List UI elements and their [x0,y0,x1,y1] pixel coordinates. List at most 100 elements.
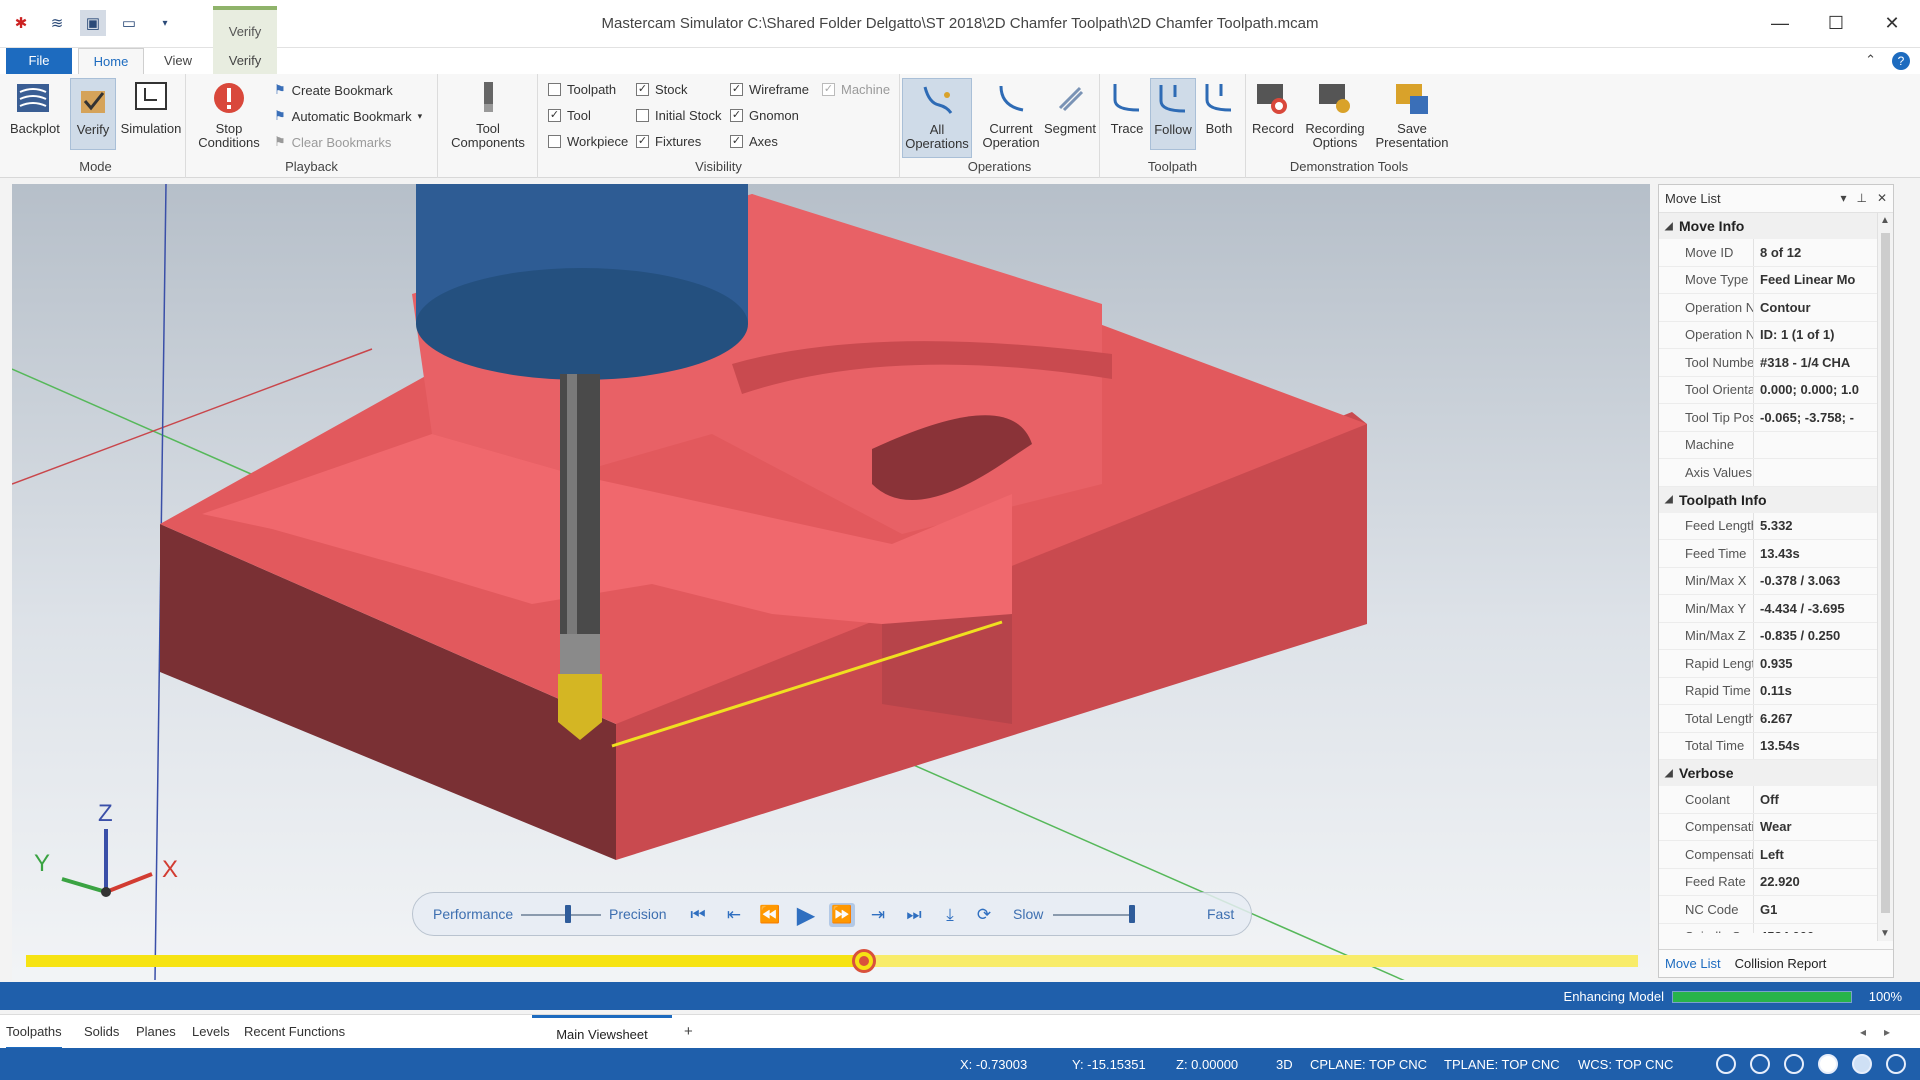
tab-file[interactable]: File [6,48,72,74]
tab-scroll-arrows-icon[interactable]: ◂▸ [1860,1015,1908,1049]
step-backward-icon[interactable]: ⇤ [721,903,747,927]
trace-button[interactable]: Trace [1104,78,1150,136]
property-value: Contour [1753,294,1877,321]
add-viewsheet-button[interactable]: + [684,1015,693,1049]
tool-components-button[interactable]: Tool Components [448,78,528,150]
collapse-triangle-icon[interactable]: ◢ [1665,221,1679,232]
status-cplane[interactable]: CPLANE: TOP CNC [1310,1057,1427,1072]
tab-main-viewsheet[interactable]: Main Viewsheet [532,1015,672,1049]
backplot-button[interactable]: Backplot [10,78,60,136]
trace-icon [1107,78,1147,118]
minimize-button[interactable]: — [1752,0,1808,46]
tab-verify[interactable]: Verify [213,48,277,74]
wireframe-checkbox[interactable]: ✓ Wireframe [730,82,809,97]
property-row: Rapid Time 0.11s [1659,677,1877,705]
machine-checkbox[interactable]: ✓ Machine [822,82,890,97]
rewind-icon[interactable]: ⏪ [757,903,783,927]
record-button[interactable]: Record [1250,78,1296,136]
scrollbar-thumb[interactable] [1881,233,1890,913]
property-row: Compensati Left [1659,841,1877,869]
all-operations-button[interactable]: All Operations [902,78,972,158]
enhancing-percent: 100% [1868,989,1902,1004]
simulation-progress-track[interactable] [26,949,1638,973]
skip-to-end-icon[interactable]: ⏭ [901,903,927,927]
globe-icon[interactable] [1784,1054,1804,1074]
status-tplane[interactable]: TPLANE: TOP CNC [1444,1057,1560,1072]
automatic-bookmark-button[interactable]: ⚑ Automatic Bookmark ▾ [274,108,422,124]
play-icon[interactable]: ▶ [793,902,819,929]
fixtures-checkbox[interactable]: ✓ Fixtures [636,134,701,149]
panel-close-icon[interactable]: ✕ [1877,191,1887,205]
maximize-button[interactable]: ☐ [1808,0,1864,46]
initial-stock-checkbox[interactable]: Initial Stock [636,108,721,123]
stop-conditions-button[interactable]: Stop Conditions [192,78,266,150]
loop-icon[interactable]: ⟳ [971,903,997,927]
tab-planes[interactable]: Planes [136,1015,176,1049]
follow-button[interactable]: Follow [1150,78,1196,150]
save-presentation-button[interactable]: Save Presentation [1374,78,1450,150]
collapse-triangle-icon[interactable]: ◢ [1665,494,1679,505]
tab-collision-report[interactable]: Collision Report [1735,956,1827,971]
tab-move-list[interactable]: Move List [1665,956,1721,971]
tool-checkbox[interactable]: ✓ Tool [548,108,591,123]
recording-options-button[interactable]: Recording Options [1298,78,1372,150]
scroll-up-icon[interactable]: ▲ [1880,215,1890,226]
move-list-scrollbar[interactable]: ▲ ▼ [1877,213,1893,941]
wireframe-toggle-icon[interactable] [1886,1054,1906,1074]
segment-button[interactable]: Segment [1042,78,1098,136]
bookmark-step-icon[interactable]: ⤓ [937,903,963,927]
quality-slider-track[interactable] [521,914,601,916]
title-bar: ✱ ≋ ▣ ▭ ▾ Verify Mastercam Simulator C:\… [0,0,1920,70]
status-x: X: -0.73003 [960,1057,1028,1072]
property-row: Feed Time 13.43s [1659,540,1877,568]
tab-toolpaths[interactable]: Toolpaths [6,1015,62,1049]
property-key: Feed Length [1685,518,1753,534]
stock-checkbox[interactable]: ✓ Stock [636,82,688,97]
scroll-down-icon[interactable]: ▼ [1880,928,1890,939]
bookmark-icon: ⚑ [274,82,286,97]
speed-slider-thumb[interactable] [1129,905,1135,923]
tab-home[interactable]: Home [78,48,144,74]
gnomon-checkbox[interactable]: ✓ Gnomon [730,108,799,123]
tab-recent-functions[interactable]: Recent Functions [244,1015,345,1049]
status-wcs[interactable]: WCS: TOP CNC [1578,1057,1673,1072]
move-list-section[interactable]: ◢ Move Info [1659,213,1877,239]
clear-bookmarks-button[interactable]: ⚑ Clear Bookmarks [274,134,391,150]
collapse-ribbon-icon[interactable]: ⌃ [1865,52,1876,68]
graphics-viewport[interactable]: Z X Y [12,184,1650,980]
status-3d-toggle[interactable]: 3D [1276,1057,1293,1072]
move-list-section[interactable]: ◢ Verbose [1659,760,1877,786]
simulation-button[interactable]: Simulation [120,78,182,136]
close-button[interactable]: ✕ [1864,0,1920,46]
tab-solids[interactable]: Solids [84,1015,119,1049]
verify-button[interactable]: Verify [70,78,116,150]
create-bookmark-button[interactable]: ⚑ Create Bookmark [274,82,393,98]
shaded-icon[interactable] [1852,1054,1872,1074]
collapse-triangle-icon[interactable]: ◢ [1665,768,1679,779]
current-operation-button[interactable]: Current Operation [976,78,1046,150]
property-key: Compensati [1685,846,1753,862]
tab-view[interactable]: View [150,48,206,74]
workpiece-checkbox[interactable]: Workpiece [548,134,628,149]
panel-menu-icon[interactable]: ▾ [1840,191,1846,205]
toolpath-checkbox[interactable]: Toolpath [548,82,616,97]
bottom-manager-tabs: Toolpaths Solids Planes Levels Recent Fu… [0,1014,1920,1049]
quality-slider-thumb[interactable] [565,905,571,923]
tab-levels[interactable]: Levels [192,1015,230,1049]
globe-icon[interactable] [1750,1054,1770,1074]
property-key: Operation N [1685,327,1753,343]
gnomon-x-label: X [162,856,179,883]
pin-icon[interactable]: ⊥ [1856,191,1866,205]
playback-controls: Performance Precision ⏮ ⇤ ⏪ ▶ ⏩ ⇥ ⏭ ⤓ ⟳ … [412,892,1252,936]
globe-icon[interactable] [1716,1054,1736,1074]
move-list-section[interactable]: ◢ Toolpath Info [1659,486,1877,513]
both-button[interactable]: Both [1196,78,1242,136]
step-forward-icon[interactable]: ⇥ [865,903,891,927]
speed-slider-track[interactable] [1053,914,1133,916]
axes-checkbox[interactable]: ✓ Axes [730,134,778,149]
shading-icon[interactable] [1818,1054,1838,1074]
help-icon[interactable]: ? [1892,52,1910,70]
property-row: Tool Tip Pos -0.065; -3.758; - [1659,404,1877,432]
fast-forward-icon[interactable]: ⏩ [829,903,855,927]
skip-to-start-icon[interactable]: ⏮ [685,903,711,927]
